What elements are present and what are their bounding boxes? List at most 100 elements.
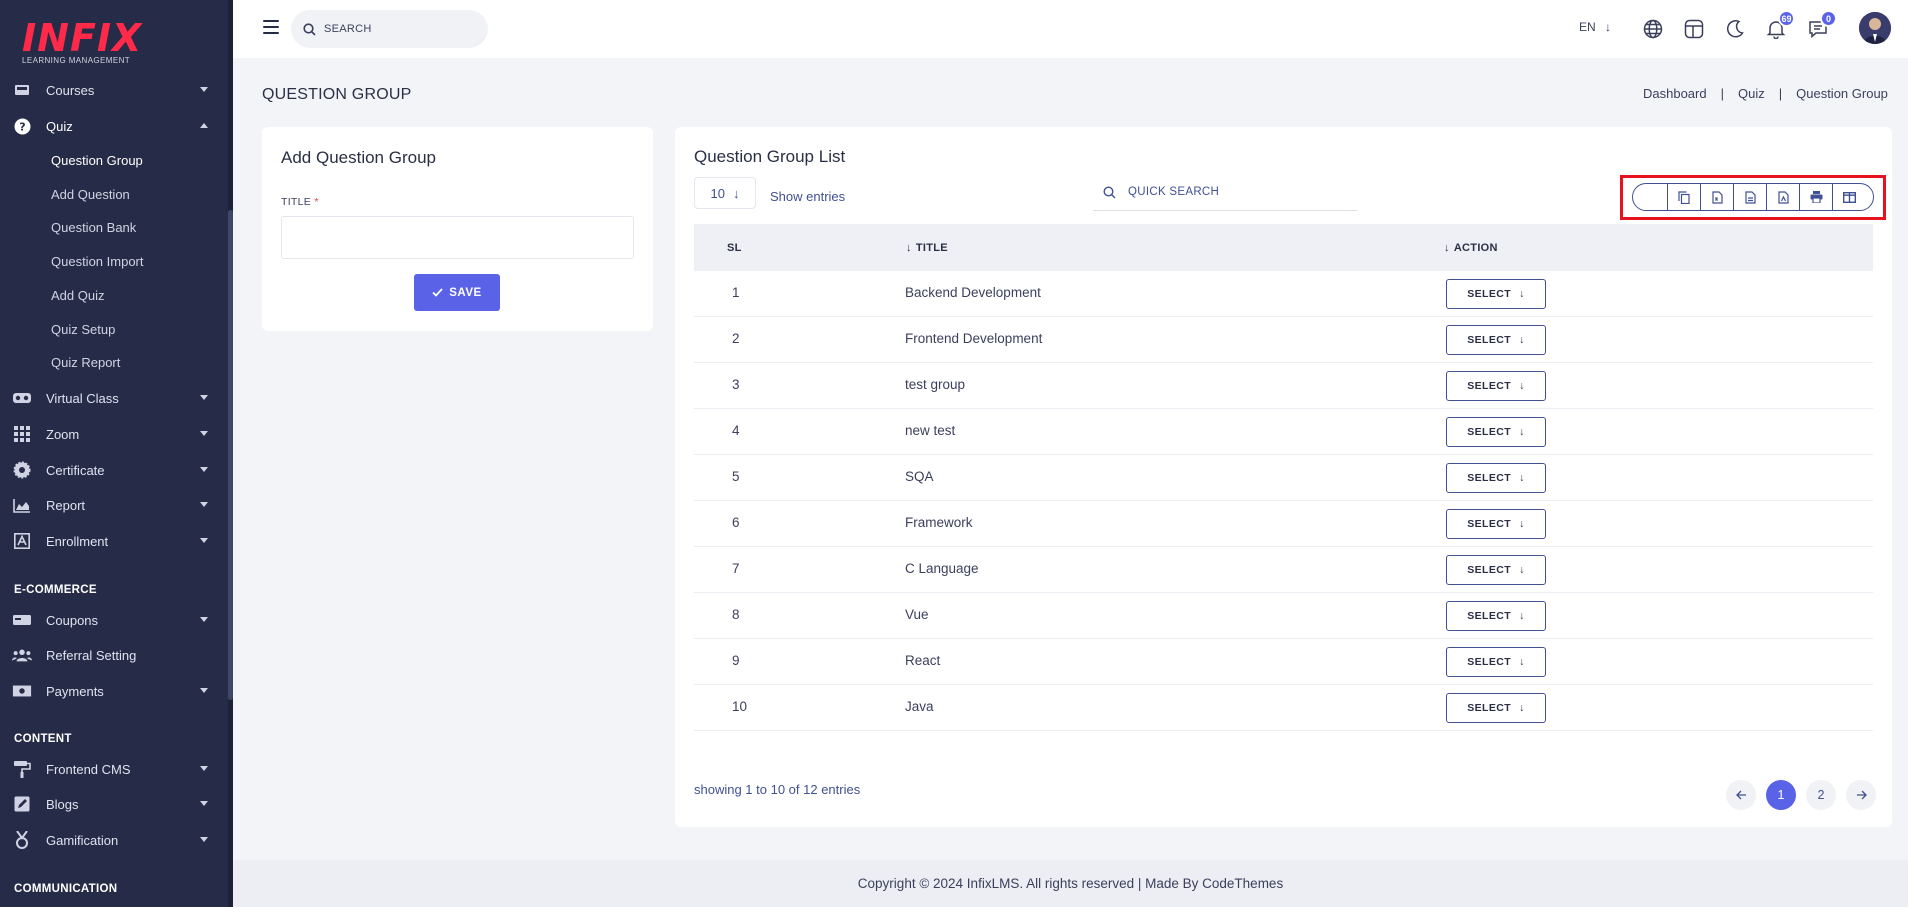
breadcrumb: Dashboard | Quiz | Question Group — [1643, 86, 1888, 101]
sidebar-item-label: Enrollment — [46, 533, 109, 549]
sort-arrow-icon: ↓ — [906, 241, 912, 254]
sidebar-item-certificate[interactable]: Certificate — [0, 454, 228, 486]
column-header-title[interactable]: ↓ TITLE — [906, 242, 948, 254]
sidebar-item-enrollment[interactable]: Enrollment — [0, 525, 228, 557]
row-select-button[interactable]: SELECT ↓ — [1446, 417, 1546, 447]
prev-page-button[interactable] — [1726, 780, 1756, 810]
quick-search-input[interactable]: QUICK SEARCH — [1093, 174, 1357, 211]
sidebar-item-coupons[interactable]: Coupons — [0, 604, 228, 636]
add-form-heading: Add Question Group — [281, 148, 436, 167]
next-page-button[interactable] — [1846, 780, 1876, 810]
sidebar-item-report[interactable]: Report — [0, 489, 228, 521]
row-select-button[interactable]: SELECT ↓ — [1446, 279, 1546, 309]
sidebar-item-frontend-cms[interactable]: Frontend CMS — [0, 753, 228, 785]
logo-word: INFIX — [22, 16, 143, 60]
notification-bell-icon[interactable]: 69 — [1765, 10, 1795, 40]
entries-per-page-select[interactable]: 10 ↓ — [694, 177, 756, 209]
question-group-list-card: Question Group List 10 ↓ Show entries QU… — [675, 127, 1892, 827]
sidebar-item-gamification[interactable]: Gamification — [0, 824, 228, 856]
dark-mode-icon[interactable] — [1724, 18, 1746, 40]
column-header-sl[interactable]: SL — [727, 242, 742, 254]
sidebar-item-label: Virtual Class — [46, 390, 119, 406]
row-select-button[interactable]: SELECT ↓ — [1446, 371, 1546, 401]
language-selector[interactable]: EN ↓ — [1579, 20, 1611, 34]
sidebar-item-payments[interactable]: Payments — [0, 675, 228, 707]
grid-icon — [12, 424, 32, 444]
chevron-down-icon — [200, 538, 208, 543]
row-select-button[interactable]: SELECT ↓ — [1446, 647, 1546, 677]
global-search-input[interactable]: SEARCH — [291, 10, 488, 48]
users-icon — [12, 645, 32, 665]
chevron-down-icon — [200, 617, 208, 622]
sidebar-subitem-quiz-setup[interactable]: Quiz Setup — [51, 320, 115, 340]
arrow-right-icon — [1856, 790, 1867, 800]
breadcrumb-dashboard[interactable]: Dashboard — [1643, 86, 1707, 101]
arrow-down-icon: ↓ — [1519, 334, 1525, 346]
globe-icon[interactable] — [1642, 18, 1664, 40]
section-communication: COMMUNICATION — [14, 883, 118, 895]
title-label-text: TITLE — [281, 196, 312, 208]
page-button-1[interactable]: 1 — [1766, 780, 1796, 810]
sidebar-item-zoom[interactable]: Zoom — [0, 418, 228, 450]
arrow-down-icon: ↓ — [1519, 610, 1525, 622]
sidebar-item-referral-setting[interactable]: Referral Setting — [0, 639, 228, 671]
sidebar-item-quiz[interactable]: ? Quiz — [0, 110, 228, 142]
row-select-button[interactable]: SELECT ↓ — [1446, 509, 1546, 539]
sidebar-item-virtual-class[interactable]: Virtual Class — [0, 382, 228, 414]
chevron-down-icon — [200, 467, 208, 472]
row-sl: 2 — [732, 331, 740, 346]
user-avatar[interactable] — [1859, 12, 1891, 44]
courses-icon — [12, 80, 32, 100]
sidebar-subitem-question-bank[interactable]: Question Bank — [51, 218, 136, 238]
row-select-button[interactable]: SELECT ↓ — [1446, 601, 1546, 631]
sidebar-item-courses[interactable]: Courses — [0, 74, 228, 106]
money-icon — [12, 681, 32, 701]
menu-toggle-icon[interactable] — [263, 20, 279, 34]
sidebar-item-label: Report — [46, 497, 86, 513]
column-header-action[interactable]: ↓ ACTION — [1444, 242, 1498, 254]
chevron-down-icon — [200, 688, 208, 693]
scrollbar-thumb[interactable] — [228, 210, 233, 700]
sidebar-subitem-question-group[interactable]: Question Group — [51, 151, 143, 171]
question-circle-icon: ? — [12, 116, 32, 136]
layout-icon[interactable] — [1683, 18, 1705, 40]
column-header-action-label: ACTION — [1453, 241, 1498, 254]
arrow-down-icon: ↓ — [1519, 380, 1525, 392]
arrow-down-icon: ↓ — [1519, 656, 1525, 668]
breadcrumb-quiz[interactable]: Quiz — [1738, 86, 1765, 101]
messages-icon[interactable]: 0 — [1807, 10, 1837, 40]
sidebar-item-label: Quiz — [46, 118, 73, 134]
title-field[interactable] — [281, 216, 634, 259]
section-content: CONTENT — [14, 733, 72, 745]
select-button-label: SELECT — [1467, 380, 1512, 392]
show-entries-label: Show entries — [770, 189, 846, 204]
row-select-button[interactable]: SELECT ↓ — [1446, 693, 1546, 723]
coupon-icon — [12, 610, 32, 630]
sidebar-subitem-question-import[interactable]: Question Import — [51, 252, 144, 272]
topbar: SEARCH EN ↓ 69 0 — [233, 0, 1908, 58]
row-title: SQA — [905, 469, 934, 484]
sidebar-subitem-add-quiz[interactable]: Add Quiz — [51, 286, 104, 306]
row-sl: 4 — [732, 423, 740, 438]
table-row: 3 test group SELECT ↓ — [694, 363, 1873, 409]
arrow-down-icon: ↓ — [1519, 288, 1525, 300]
row-select-button[interactable]: SELECT ↓ — [1446, 325, 1546, 355]
sidebar-item-label: Gamification — [46, 832, 119, 848]
sidebar-subitem-quiz-report[interactable]: Quiz Report — [51, 353, 120, 373]
sidebar-item-blogs[interactable]: Blogs — [0, 788, 228, 820]
row-sl: 10 — [732, 699, 748, 714]
sidebar-scrollbar[interactable] — [228, 0, 233, 907]
row-sl: 9 — [732, 653, 740, 668]
row-select-button[interactable]: SELECT ↓ — [1446, 555, 1546, 585]
paint-roller-icon — [12, 759, 32, 779]
chevron-down-icon — [200, 502, 208, 507]
required-mark: * — [314, 196, 319, 208]
sidebar-item-label: Coupons — [46, 612, 99, 628]
title-field-label: TITLE * — [281, 196, 319, 208]
row-select-button[interactable]: SELECT ↓ — [1446, 463, 1546, 493]
sidebar-subitem-add-question[interactable]: Add Question — [51, 185, 130, 205]
page-button-2[interactable]: 2 — [1806, 780, 1836, 810]
sidebar-item-label: Frontend CMS — [46, 761, 131, 777]
save-button[interactable]: SAVE — [414, 274, 500, 311]
app-logo[interactable]: INFIX LEARNING MANAGEMENT — [22, 18, 142, 68]
